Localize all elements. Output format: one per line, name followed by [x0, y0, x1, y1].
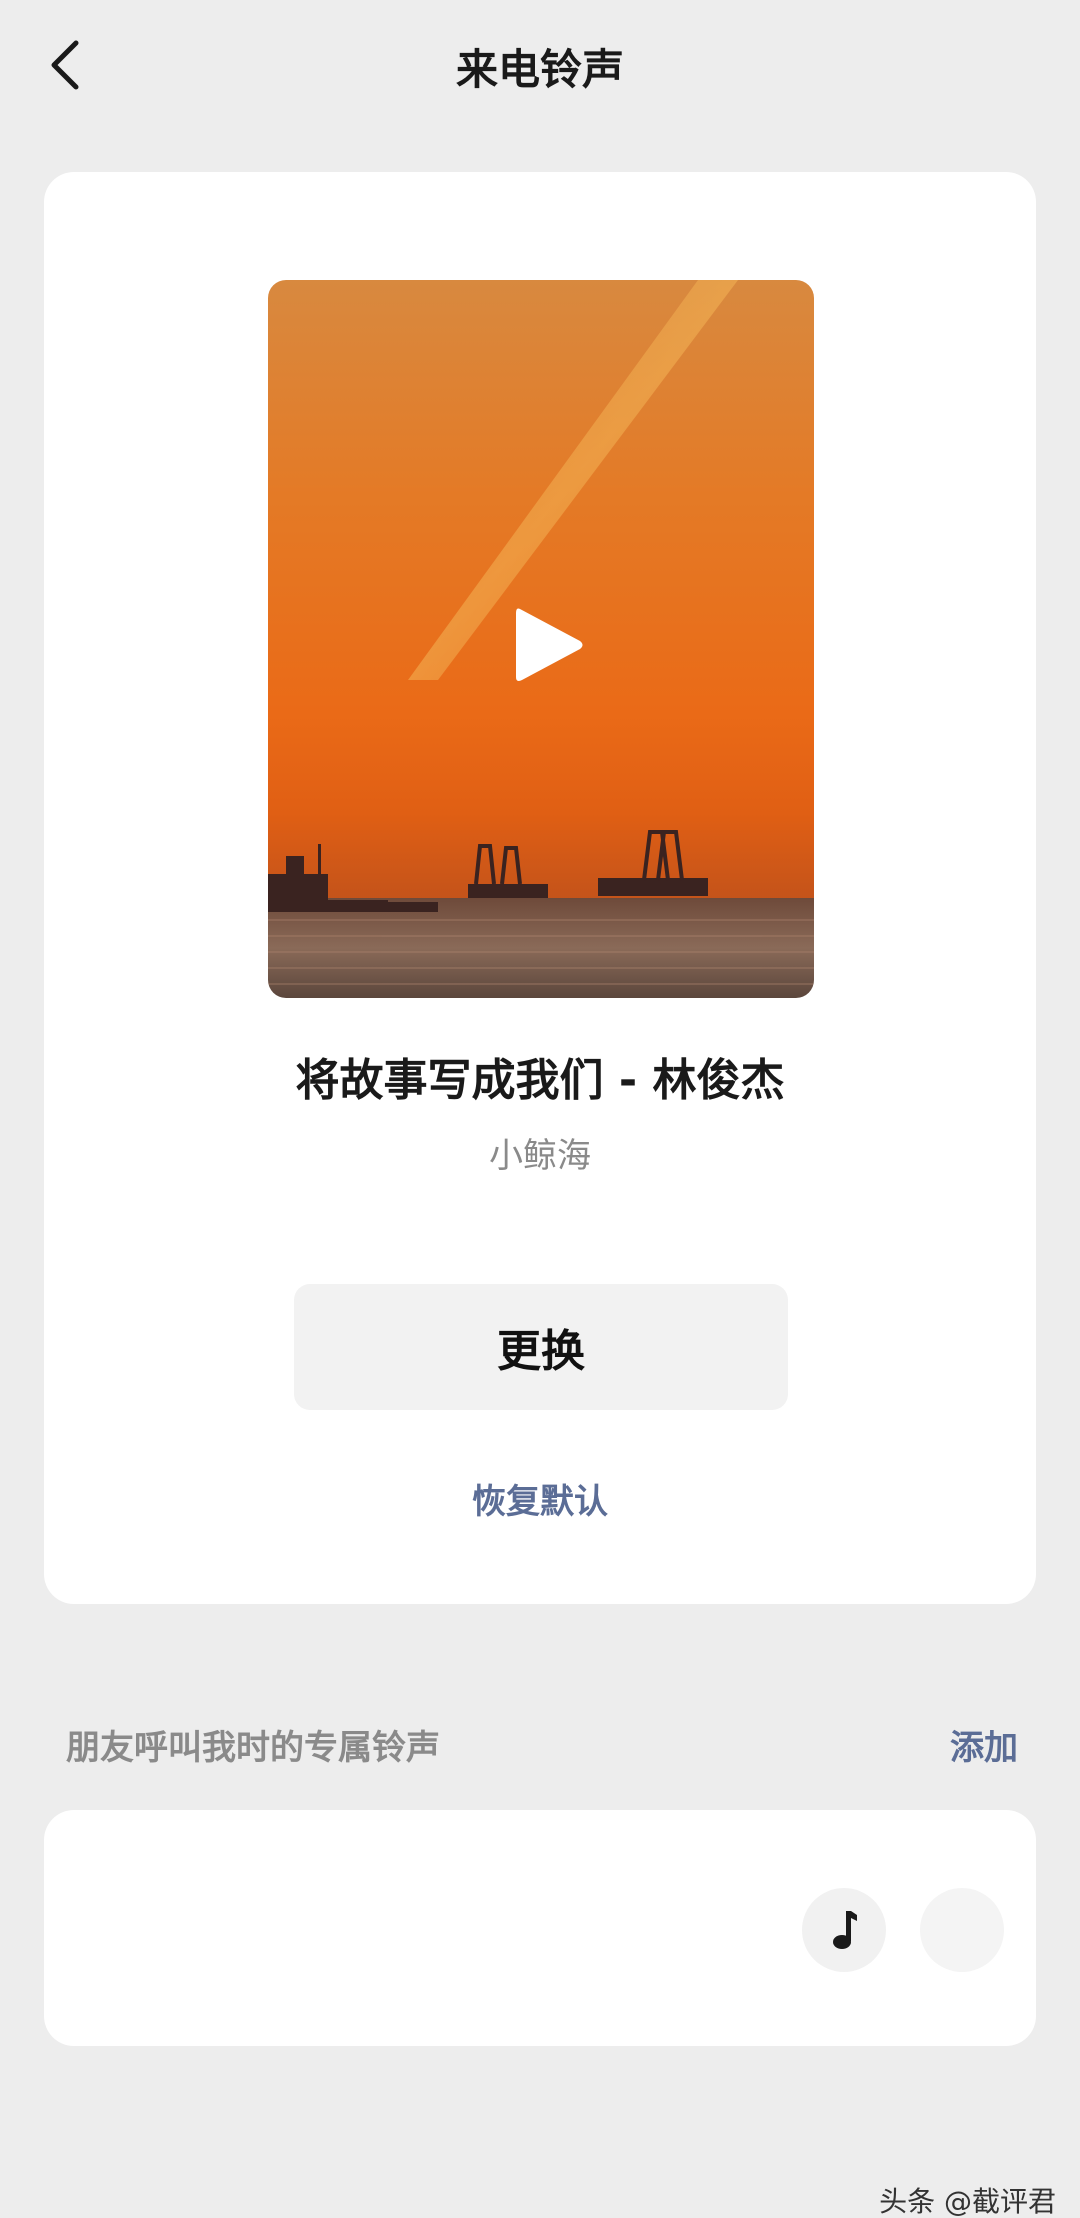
watermark: 头条 @截评君	[879, 2185, 1056, 2218]
ringtone-card: 将故事写成我们 - 林俊杰 小鲸海 更换 恢复默认	[44, 172, 1036, 1604]
restore-default-link[interactable]: 恢复默认	[44, 1474, 1036, 1523]
page-title: 来电铃声	[455, 45, 624, 94]
album-cover[interactable]	[268, 280, 814, 998]
music-button[interactable]	[802, 1888, 886, 1972]
change-button[interactable]: 更换	[294, 1284, 788, 1410]
friend-ringtone-card	[44, 1810, 1036, 2046]
play-icon	[516, 608, 583, 681]
song-title: 将故事写成我们 - 林俊杰	[295, 1055, 785, 1106]
play-button[interactable]	[504, 600, 594, 690]
song-artist: 小鲸海	[489, 1136, 591, 1176]
header: 来电铃声	[0, 0, 1080, 130]
add-link[interactable]: 添加	[950, 1720, 1018, 1769]
contact-avatar-placeholder[interactable]	[920, 1888, 1004, 1972]
music-note-icon	[833, 1911, 857, 1949]
friends-ringtone-label: 朋友呼叫我时的专属铃声	[66, 1728, 440, 1768]
